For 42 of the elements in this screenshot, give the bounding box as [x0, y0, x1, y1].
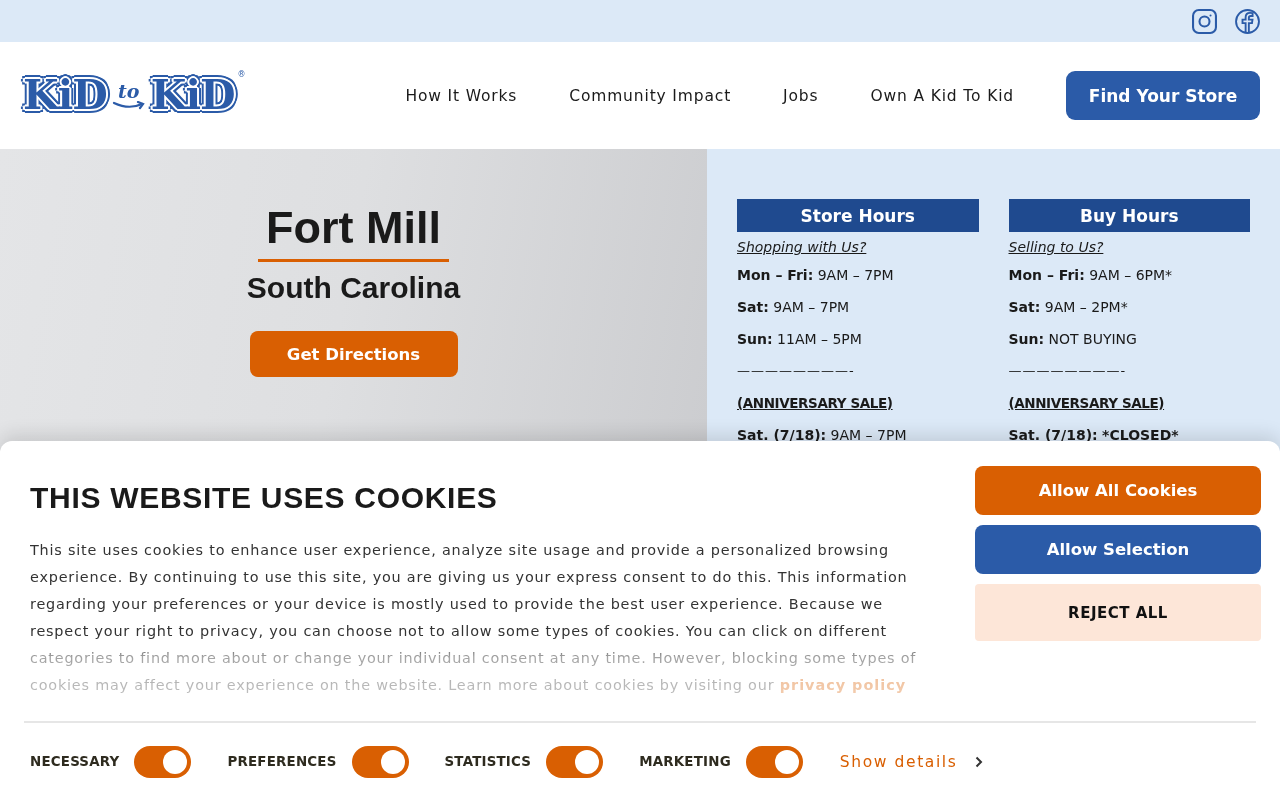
nav-link[interactable]: Own A Kid To Kid — [870, 86, 1014, 105]
dash-divider: ————————- — [1008, 362, 1127, 380]
hours-heading: Buy Hours — [1008, 199, 1250, 232]
toggle-switch[interactable] — [546, 745, 604, 778]
category-label: STATISTICS — [444, 754, 532, 769]
directions-button[interactable]: Get Directions — [249, 331, 458, 377]
sale-heading: (ANNIVERSARY SALE) — [737, 394, 893, 413]
toggle-switch[interactable] — [134, 745, 192, 778]
dash-divider: ————————- — [737, 362, 855, 380]
facebook-icon[interactable] — [1235, 8, 1260, 34]
cookie-button[interactable]: Allow All Cookies — [975, 466, 1261, 515]
show-details-button[interactable]: Show details — [839, 752, 984, 771]
toggle-switch[interactable] — [351, 745, 409, 778]
hours-row-text: Sat. (7/18): *CLOSED* — [1008, 426, 1179, 445]
hours-heading: Store Hours — [737, 199, 979, 232]
category-label: NECESSARY — [30, 754, 120, 769]
hours-row-text: Mon – Fri: 9AM – 6PM* — [1008, 266, 1173, 285]
chevron-right-icon — [975, 755, 984, 768]
hours-subtitle: Shopping with Us? — [737, 238, 867, 257]
hours-subtitle: Selling to Us? — [1008, 238, 1104, 257]
hours-row-text: Sat: 9AM – 2PM* — [1008, 298, 1128, 317]
nav-link[interactable]: How It Works — [405, 86, 518, 105]
category-label: PREFERENCES — [227, 754, 337, 769]
cookie-button[interactable]: REJECT ALL — [975, 584, 1261, 641]
toggle-switch[interactable] — [745, 745, 803, 778]
nav-link[interactable]: Jobs — [783, 86, 819, 105]
city-title: Fort Mill — [258, 201, 449, 262]
category-label: MARKETING — [639, 754, 731, 769]
hours-row-text: Sun: NOT BUYING — [1008, 330, 1137, 349]
cookie-button[interactable]: Allow Selection — [975, 525, 1261, 574]
hours-row-text: Sat. (7/18): 9AM – 7PM — [737, 426, 907, 445]
cookie-title: THIS WEBSITE USES COOKIES — [30, 480, 499, 516]
logo[interactable]: KiD to KiD® — [20, 67, 252, 124]
instagram-icon[interactable] — [1192, 8, 1217, 34]
hours-row-text: Sun: 11AM – 5PM — [737, 330, 862, 349]
sale-heading: (ANNIVERSARY SALE) — [1008, 394, 1165, 413]
nav-link[interactable]: Community Impact — [569, 86, 732, 105]
state-title: South Carolina — [246, 270, 461, 306]
find-store-button[interactable]: Find Your Store — [1066, 71, 1260, 120]
hours-row-text: Sat: 9AM – 7PM — [737, 298, 850, 317]
hours-row-text: Mon – Fri: 9AM – 7PM — [737, 266, 894, 285]
cookie-description: This site uses cookies to enhance user experience, analyze site usage and provide a personalized browsing experience. By continuing to use this site, you are giving us your express consent to do this. This information regarding your preferences or your device is mostly used to provide the best user experience. Because we respect your right to privacy, you can choose not to allow some types of cookies. You can click on different categories to find more about or change your individual consent at any time. However, blocking some types of cookies may affect your experience on the website. Learn more about cookies by visiting our privacy policy — [30, 541, 918, 695]
